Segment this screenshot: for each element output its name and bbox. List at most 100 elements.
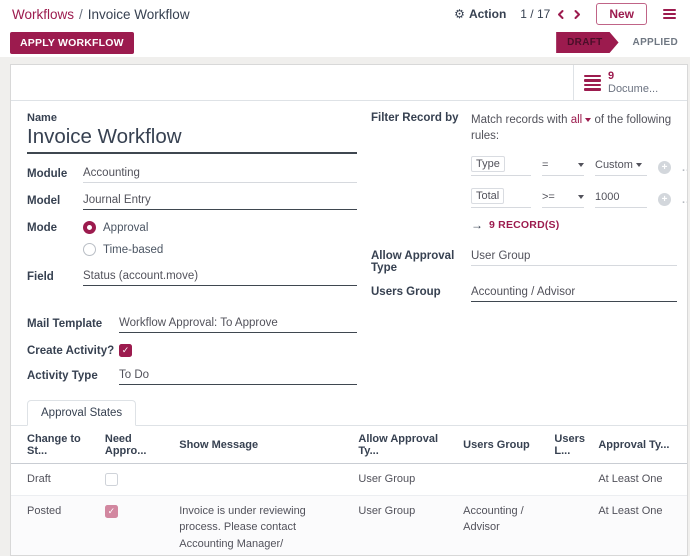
records-count-link[interactable]: → 9 RECORD(S) xyxy=(471,218,688,232)
documents-label: Docume... xyxy=(608,83,658,96)
top-navigation-bar: Workflows / Invoice Workflow ⚙ Action 1 … xyxy=(0,0,690,28)
col-change-to-state[interactable]: Change to St... xyxy=(11,426,99,464)
apply-workflow-button[interactable]: APPLY WORKFLOW xyxy=(10,32,134,54)
users-group-input[interactable]: Accounting / Advisor xyxy=(471,286,677,302)
hamburger-menu-icon[interactable] xyxy=(661,7,678,21)
breadcrumb-current: Invoice Workflow xyxy=(88,7,190,22)
module-label: Module xyxy=(27,167,83,180)
cell-approval-type[interactable]: At Least One xyxy=(592,464,687,496)
records-count-text: 9 RECORD(S) xyxy=(489,219,559,231)
cell-users-limit[interactable] xyxy=(548,495,592,556)
col-need-approval[interactable]: Need Appro... xyxy=(99,426,173,464)
table-row-posted[interactable]: Posted ✓ Invoice is under reviewing proc… xyxy=(11,495,687,556)
rule-operator-select[interactable]: = xyxy=(542,159,584,176)
rule-operator-select[interactable]: >= xyxy=(542,191,584,208)
status-applied[interactable]: APPLIED xyxy=(619,37,690,48)
col-allow-approval-type[interactable]: Allow Approval Ty... xyxy=(352,426,457,464)
create-activity-row: Create Activity? ✓ xyxy=(27,344,357,357)
col-users-limit[interactable]: Users L... xyxy=(548,426,592,464)
pager-next-icon[interactable] xyxy=(572,9,582,20)
table-row-draft[interactable]: Draft ✓ User Group At Least One xyxy=(11,464,687,496)
rule-field-cell[interactable]: Total xyxy=(471,186,531,208)
allow-approval-type-label: Allow Approval Type xyxy=(371,250,471,274)
pager-counter: 1 / 17 xyxy=(520,7,550,21)
cell-state[interactable]: Draft xyxy=(11,464,99,496)
module-input[interactable]: Accounting xyxy=(83,167,357,183)
status-draft[interactable]: DRAFT xyxy=(556,32,618,53)
notebook: Approval States Change to St... Need App… xyxy=(11,400,687,556)
mode-option-time-based[interactable]: Time-based xyxy=(83,243,163,256)
cell-users-group[interactable] xyxy=(457,464,548,496)
gear-icon: ⚙ xyxy=(454,8,465,20)
rule-field-tag[interactable]: Total xyxy=(471,188,504,204)
radio-approval-icon[interactable] xyxy=(83,221,96,234)
cell-allow-approval-type[interactable]: User Group xyxy=(352,495,457,556)
match-records-line: Match records with all of the following … xyxy=(471,112,688,144)
col-approval-type[interactable]: Approval Ty... xyxy=(592,426,687,464)
rule-field-tag[interactable]: Type xyxy=(471,156,505,172)
new-record-button[interactable]: New xyxy=(596,3,647,25)
cell-message[interactable] xyxy=(173,464,352,496)
cell-approval-type[interactable]: At Least One xyxy=(592,495,687,556)
rule-value-select[interactable]: Custom xyxy=(595,159,647,176)
cell-message[interactable]: Invoice is under reviewing process. Plea… xyxy=(173,495,352,556)
cell-users-limit[interactable] xyxy=(548,464,592,496)
action-menu-label: Action xyxy=(469,7,506,21)
cell-allow-approval-type[interactable]: User Group xyxy=(352,464,457,496)
match-all-dropdown[interactable]: all xyxy=(571,114,592,126)
name-input[interactable]: Invoice Workflow xyxy=(27,125,357,154)
button-box: 9 Docume... xyxy=(11,65,687,101)
chevron-down-icon xyxy=(585,118,591,122)
record-pager: 1 / 17 xyxy=(520,7,582,21)
rule-value-input[interactable]: 1000 xyxy=(595,191,647,208)
mode-label: Mode xyxy=(27,221,83,234)
add-rule-icon[interactable]: + xyxy=(658,161,671,174)
activity-type-input[interactable]: To Do xyxy=(119,369,357,385)
field-input[interactable]: Status (account.move) xyxy=(83,270,357,286)
documents-smart-button[interactable]: 9 Docume... xyxy=(573,65,687,100)
col-users-group[interactable]: Users Group xyxy=(457,426,548,464)
create-activity-checkbox[interactable]: ✓ xyxy=(119,344,132,357)
need-approval-checkbox[interactable]: ✓ xyxy=(105,505,118,518)
cell-state[interactable]: Posted xyxy=(11,495,99,556)
model-field-row: Model Journal Entry xyxy=(27,194,357,210)
mail-template-input[interactable]: Workflow Approval: To Approve xyxy=(119,317,357,333)
documents-count: 9 xyxy=(608,70,658,83)
tab-approval-states[interactable]: Approval States xyxy=(27,400,136,426)
filter-record-label: Filter Record by xyxy=(371,112,471,124)
chevron-down-icon xyxy=(578,163,584,167)
users-group-label: Users Group xyxy=(371,286,471,298)
rule-more-options-icon[interactable]: ... xyxy=(682,162,688,174)
chevron-down-icon xyxy=(578,195,584,199)
filter-record-row: Filter Record by Match records with all … xyxy=(371,112,688,246)
match-prefix: Match records with xyxy=(471,114,568,126)
mode-option-approval[interactable]: Approval xyxy=(83,221,163,234)
content-area: 9 Docume... Name Invoice Workflow Module… xyxy=(0,57,690,556)
activity-type-label: Activity Type xyxy=(27,369,119,382)
action-menu-button[interactable]: ⚙ Action xyxy=(454,7,506,21)
col-show-message[interactable]: Show Message xyxy=(173,426,352,464)
breadcrumb-separator: / xyxy=(79,7,83,22)
mode-time-based-label: Time-based xyxy=(103,244,163,256)
document-list-icon xyxy=(584,75,601,91)
users-group-row: Users Group Accounting / Advisor xyxy=(371,286,688,302)
filter-rule-row: Type = Custom + ... xyxy=(471,154,688,176)
cell-users-group[interactable]: Accounting / Advisor xyxy=(457,495,548,556)
mail-template-row: Mail Template Workflow Approval: To Appr… xyxy=(27,317,357,333)
control-panel: APPLY WORKFLOW DRAFT APPLIED xyxy=(0,28,690,57)
model-label: Model xyxy=(27,194,83,207)
form-right-column: Filter Record by Match records with all … xyxy=(357,112,688,396)
filter-rule-row: Total >= 1000 + ... xyxy=(471,186,688,208)
add-rule-icon[interactable]: + xyxy=(658,193,671,206)
rule-more-options-icon[interactable]: ... xyxy=(682,194,688,206)
name-label: Name xyxy=(27,112,357,124)
breadcrumb-workflows-link[interactable]: Workflows xyxy=(12,7,74,22)
need-approval-checkbox[interactable]: ✓ xyxy=(105,473,118,486)
field-label: Field xyxy=(27,270,83,283)
allow-approval-type-input[interactable]: User Group xyxy=(471,250,677,266)
model-input[interactable]: Journal Entry xyxy=(83,194,357,210)
radio-time-based-icon[interactable] xyxy=(83,243,96,256)
rule-field-cell[interactable]: Type xyxy=(471,154,531,176)
pager-previous-icon[interactable] xyxy=(556,9,566,20)
arrow-right-icon: → xyxy=(471,218,483,232)
